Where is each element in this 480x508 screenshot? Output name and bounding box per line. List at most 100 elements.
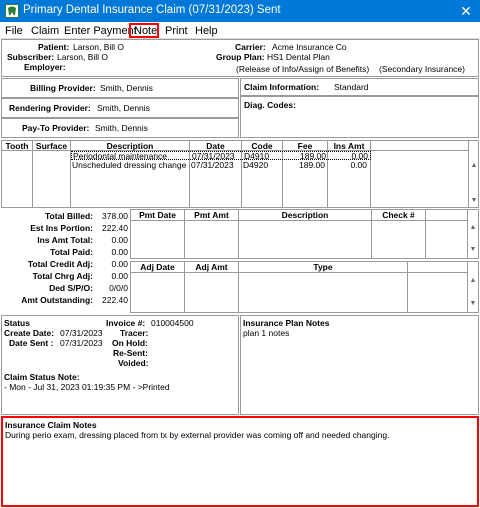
voided-label: Voided: xyxy=(118,358,149,368)
amt-outstanding-value: 222.40 xyxy=(102,295,128,305)
on-hold-label: On Hold: xyxy=(112,338,148,348)
adjustments-grid: Adj Date Adj Amt Type ▲ ▼ xyxy=(130,261,479,313)
row-ins-amt: 0.00 xyxy=(350,160,367,170)
row-date: 07/31/2023 xyxy=(191,160,234,170)
insurance-claim-notes-title: Insurance Claim Notes xyxy=(5,420,97,430)
total-credit-adj-label: Total Credit Adj: xyxy=(27,259,93,269)
insurance-claim-notes-text: During perio exam, dressing placed from … xyxy=(5,430,390,440)
payto-provider-value: Smith, Dennis xyxy=(95,123,148,133)
col-pmt-amt[interactable]: Pmt Amt xyxy=(185,210,238,220)
total-paid-value: 0.00 xyxy=(111,247,128,257)
patient-label: Patient: xyxy=(38,42,70,52)
create-date-label: Create Date: xyxy=(4,328,55,338)
rendering-provider-value: Smith, Dennis xyxy=(97,103,150,113)
create-date-value: 07/31/2023 xyxy=(60,328,103,338)
col-pmt-date[interactable]: Pmt Date xyxy=(131,210,184,220)
subscriber-label: Subscriber: xyxy=(7,52,55,62)
est-ins-portion-value: 222.40 xyxy=(102,223,128,233)
scroll-up-icon[interactable]: ▲ xyxy=(469,162,479,169)
tracer-label: Tracer: xyxy=(120,328,149,338)
amt-outstanding-label: Amt Outstanding: xyxy=(21,295,93,305)
date-sent-value: 07/31/2023 xyxy=(60,338,103,348)
row-description: Unscheduled dressing change xyxy=(72,160,187,170)
window-title: Primary Dental Insurance Claim (07/31/20… xyxy=(23,4,281,16)
ins-amt-total-label: Ins Amt Total: xyxy=(37,235,93,245)
insurance-plan-notes-text: plan 1 notes xyxy=(243,328,290,338)
billing-provider-value: Smith, Dennis xyxy=(100,83,153,93)
payto-provider-box[interactable]: Pay-To Provider: Smith, Dennis xyxy=(1,118,239,138)
invoice-value: 010004500 xyxy=(151,318,194,328)
scroll-down-icon[interactable]: ▼ xyxy=(468,246,478,253)
scroll-up-icon[interactable]: ▲ xyxy=(468,224,478,231)
menu-claim[interactable]: Claim xyxy=(31,25,59,37)
scroll-down-icon[interactable]: ▼ xyxy=(469,197,479,204)
table-row[interactable]: Unscheduled dressing change 07/31/2023 D… xyxy=(71,160,371,170)
totals-panel: Total Billed: 378.00 Est Ins Portion: 22… xyxy=(1,209,130,313)
ded-spo-label: Ded S/P/O: xyxy=(49,283,93,293)
billing-provider-label: Billing Provider: xyxy=(30,83,96,93)
carrier-label: Carrier: xyxy=(235,42,266,52)
subscriber-value: Larson, Bill O xyxy=(57,52,109,62)
employer-label: Employer: xyxy=(24,62,66,72)
col-fee[interactable]: Fee xyxy=(283,141,327,151)
menu-help[interactable]: Help xyxy=(195,25,218,37)
total-chrg-adj-label: Total Chrg Adj: xyxy=(32,271,93,281)
title-bar: Primary Dental Insurance Claim (07/31/20… xyxy=(0,0,480,22)
total-billed-label: Total Billed: xyxy=(44,211,93,221)
col-code[interactable]: Code xyxy=(242,141,282,151)
invoice-label: Invoice #: xyxy=(106,318,146,328)
menu-file[interactable]: File xyxy=(5,25,23,37)
total-billed-value: 378.00 xyxy=(102,211,128,221)
col-surface[interactable]: Surface xyxy=(33,141,70,151)
col-adj-date[interactable]: Adj Date xyxy=(131,262,184,272)
insurance-plan-notes-panel[interactable]: Insurance Plan Notes plan 1 notes xyxy=(240,315,479,415)
scroll-down-icon[interactable]: ▼ xyxy=(468,300,478,307)
total-chrg-adj-value: 0.00 xyxy=(111,271,128,281)
col-adj-type[interactable]: Type xyxy=(239,262,407,272)
menu-print[interactable]: Print xyxy=(165,25,188,37)
col-description[interactable]: Description xyxy=(71,141,189,151)
col-tooth[interactable]: Tooth xyxy=(2,141,32,151)
insurance-claim-notes-panel[interactable]: Insurance Claim Notes During perio exam,… xyxy=(1,416,479,507)
close-icon[interactable]: ✕ xyxy=(455,1,477,21)
rendering-provider-label: Rendering Provider: xyxy=(9,103,91,113)
note-menu-highlight xyxy=(129,23,159,38)
patient-info-panel: Patient: Larson, Bill O Subscriber: Lars… xyxy=(1,39,479,77)
claim-status-note-label: Claim Status Note: xyxy=(4,372,80,382)
ded-spo-value: 0/0/0 xyxy=(109,283,128,293)
procedures-grid: Tooth Surface Description Date Code Fee … xyxy=(1,140,479,208)
status-panel: Status Invoice #: 010004500 Create Date:… xyxy=(1,315,239,415)
diag-codes-box[interactable]: Diag. Codes: xyxy=(240,96,479,138)
billing-provider-box[interactable]: Billing Provider: Smith, Dennis xyxy=(1,78,239,98)
status-title: Status xyxy=(4,318,30,328)
rendering-provider-box[interactable]: Rendering Provider: Smith, Dennis xyxy=(1,98,239,118)
col-check-number[interactable]: Check # xyxy=(372,210,425,220)
insurance-plan-notes-title: Insurance Plan Notes xyxy=(243,318,330,328)
claim-information-value: Standard xyxy=(334,82,369,92)
menu-enter-payment[interactable]: Enter Payment xyxy=(64,25,137,37)
claim-information-box[interactable]: Claim Information: Standard xyxy=(240,78,479,96)
est-ins-portion-label: Est Ins Portion: xyxy=(30,223,93,233)
payments-grid: Pmt Date Pmt Amt Description Check # ▲ ▼ xyxy=(130,209,479,259)
total-paid-label: Total Paid: xyxy=(50,247,93,257)
col-date[interactable]: Date xyxy=(190,141,241,151)
col-adj-amt[interactable]: Adj Amt xyxy=(185,262,238,272)
table-row[interactable]: Periodontal maintenance 07/31/2023 D4910… xyxy=(71,151,371,161)
total-credit-adj-value: 0.00 xyxy=(111,259,128,269)
ins-amt-total-value: 0.00 xyxy=(111,235,128,245)
payto-provider-label: Pay-To Provider: xyxy=(22,123,90,133)
group-plan-value: HS1 Dental Plan xyxy=(267,52,330,62)
col-ins-amt[interactable]: Ins Amt xyxy=(328,141,370,151)
secondary-insurance-text: (Secondary Insurance) xyxy=(379,64,465,74)
group-plan-label: Group Plan: xyxy=(216,52,265,62)
carrier-value: Acme Insurance Co xyxy=(272,42,347,52)
patient-value: Larson, Bill O xyxy=(73,42,125,52)
row-code: D4920 xyxy=(243,160,269,170)
row-fee: 189.00 xyxy=(299,160,325,170)
tooth-icon xyxy=(5,4,19,18)
release-info-text: (Release of Info/Assign of Benefits) xyxy=(236,64,370,74)
claim-information-label: Claim Information: xyxy=(244,82,320,92)
date-sent-label: Date Sent : xyxy=(9,338,54,348)
col-pmt-description[interactable]: Description xyxy=(239,210,371,220)
scroll-up-icon[interactable]: ▲ xyxy=(468,277,478,284)
